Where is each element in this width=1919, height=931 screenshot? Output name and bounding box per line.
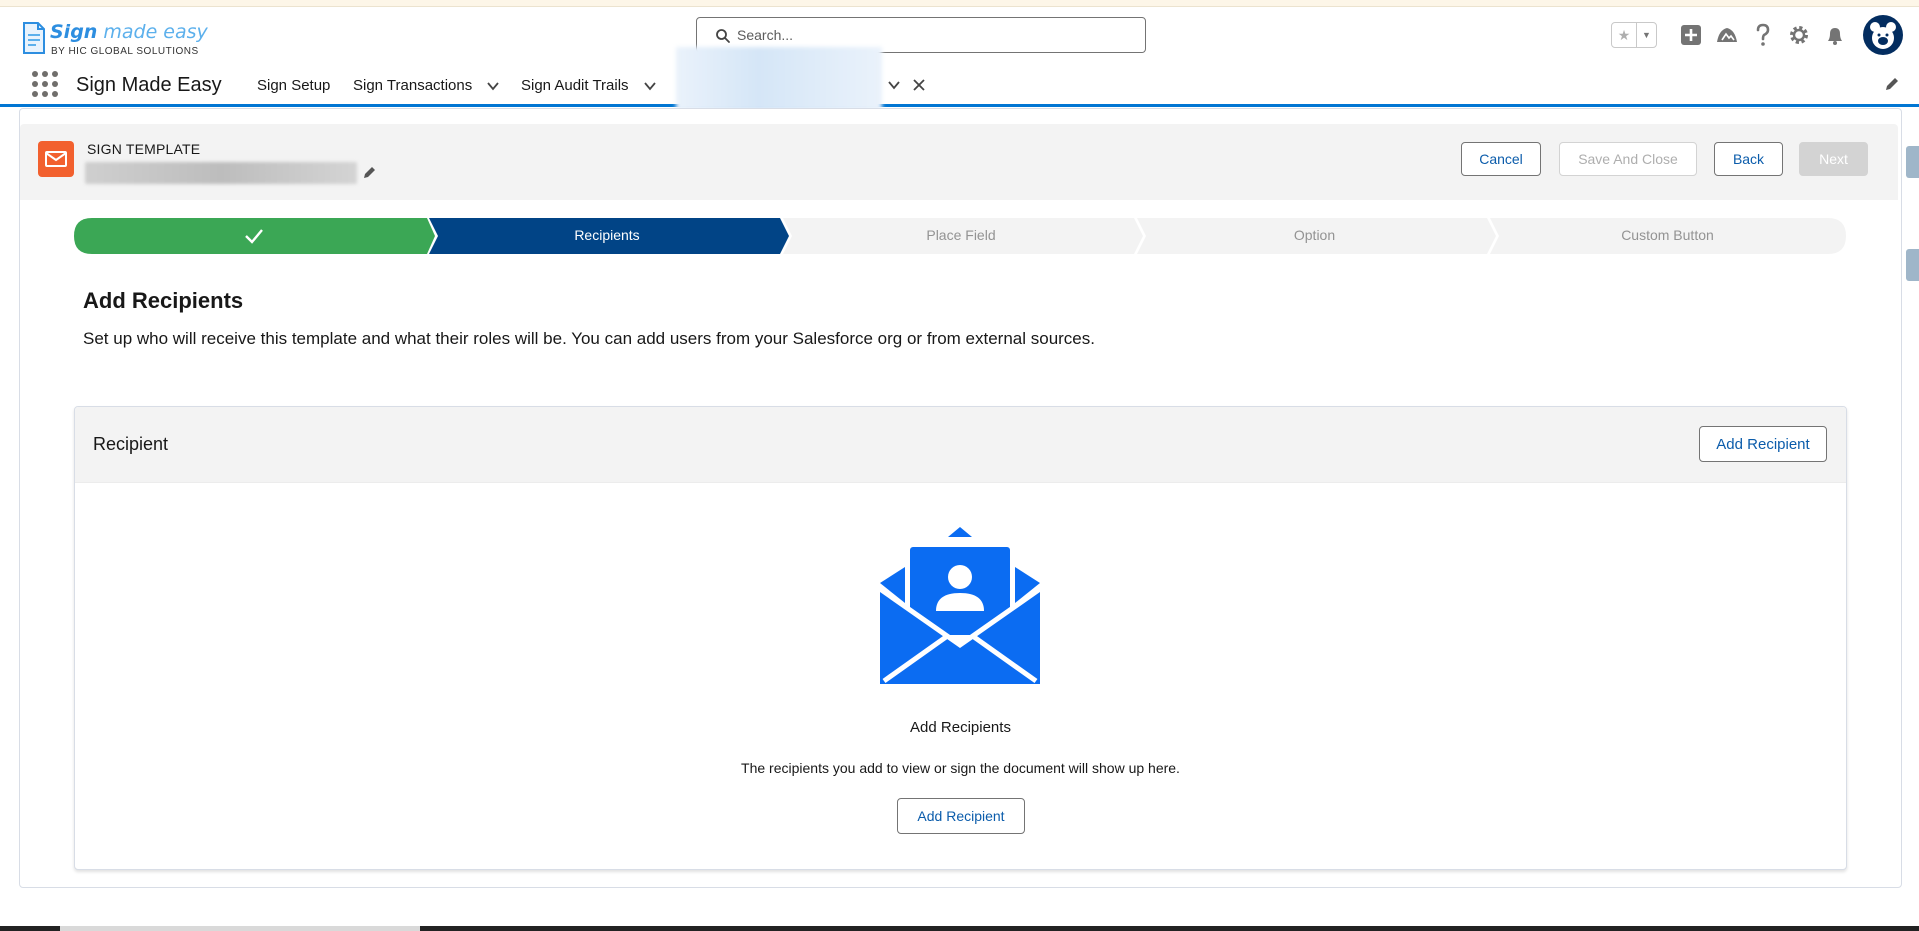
bell-icon[interactable] <box>1821 21 1849 49</box>
nav-item-sign-setup[interactable]: Sign Setup <box>257 77 330 94</box>
trailhead-icon[interactable] <box>1713 21 1741 49</box>
document-logo-icon <box>23 22 45 54</box>
gear-icon[interactable] <box>1785 21 1813 49</box>
bottom-bar <box>0 926 1919 931</box>
empty-state-description: The recipients you add to view or sign t… <box>741 760 1180 776</box>
cancel-button[interactable]: Cancel <box>1461 142 1541 176</box>
nav-item-label: Sign Transactions <box>353 77 473 94</box>
redacted-record-name <box>85 162 357 184</box>
object-label: SIGN TEMPLATE <box>87 141 201 157</box>
chevron-down-icon[interactable] <box>643 79 657 93</box>
add-recipient-button[interactable]: Add Recipient <box>1699 426 1827 462</box>
page-description: Set up who will receive this template an… <box>83 329 1095 348</box>
empty-add-recipient-button[interactable]: Add Recipient <box>897 798 1025 834</box>
path-step-option[interactable]: Option <box>1142 227 1487 243</box>
side-panel-toggle[interactable] <box>1906 249 1919 281</box>
nav-item-label: Sign Audit Trails <box>521 77 629 94</box>
search-icon <box>716 29 730 43</box>
record-page-header: SIGN TEMPLATE Cancel Save And Close Back… <box>20 124 1898 200</box>
recipient-card-title: Recipient <box>93 434 169 454</box>
edit-nav-icon[interactable] <box>1883 75 1901 93</box>
bear-avatar-icon <box>1870 22 1896 49</box>
logo-title: Sign made easy <box>50 21 208 43</box>
global-header: Sign made easy BY HIC GLOBAL SOLUTIONS ★… <box>0 7 1919 63</box>
path-step-complete <box>74 218 435 254</box>
progress-path: Recipients Place Field Option Custom But… <box>74 218 1846 254</box>
path-step-custom-button[interactable]: Custom Button <box>1495 227 1840 243</box>
path-step-place-field[interactable]: Place Field <box>788 227 1134 243</box>
favorites-group: ★ ▼ <box>1611 22 1657 48</box>
redacted-tab[interactable] <box>676 47 882 111</box>
chevron-down-icon[interactable] <box>486 79 500 93</box>
add-icon[interactable] <box>1677 21 1705 49</box>
brand-logo[interactable]: Sign made easy BY HIC GLOBAL SOLUTIONS <box>20 19 210 59</box>
nav-item-sign-transactions[interactable]: Sign Transactions <box>353 77 500 94</box>
email-icon <box>38 141 74 177</box>
avatar[interactable] <box>1863 15 1903 55</box>
path-step-recipients[interactable]: Recipients <box>434 227 780 243</box>
close-icon[interactable] <box>912 78 926 92</box>
star-icon[interactable]: ★ <box>1612 23 1636 47</box>
page-title: Add Recipients <box>83 288 244 313</box>
back-button[interactable]: Back <box>1714 142 1783 176</box>
app-name: Sign Made Easy <box>76 74 222 96</box>
chevron-down-icon[interactable]: ▼ <box>1636 23 1656 47</box>
recipient-card-header: Recipient Add Recipient <box>75 407 1846 483</box>
top-border <box>0 0 1919 7</box>
app-launcher-icon[interactable] <box>32 71 58 97</box>
logo-subtitle: BY HIC GLOBAL SOLUTIONS <box>51 46 199 57</box>
nav-item-sign-audit-trails[interactable]: Sign Audit Trails <box>521 77 657 94</box>
recipient-card: Recipient Add Recipient Add Recipients T… <box>74 406 1847 870</box>
help-icon[interactable] <box>1749 21 1777 49</box>
empty-state-title: Add Recipients <box>910 719 1011 736</box>
edit-name-icon[interactable] <box>362 164 378 180</box>
side-panel-toggle[interactable] <box>1906 146 1919 178</box>
envelope-recipient-icon <box>880 527 1040 684</box>
chevron-down-icon[interactable] <box>887 78 901 92</box>
next-button[interactable]: Next <box>1799 142 1868 176</box>
header-actions: ★ ▼ <box>1611 15 1903 55</box>
app-nav-bar: Sign Made Easy Sign Setup Sign Transacti… <box>0 47 1919 111</box>
nav-item-label: Sign Setup <box>257 77 331 94</box>
save-and-close-button[interactable]: Save And Close <box>1559 142 1697 176</box>
